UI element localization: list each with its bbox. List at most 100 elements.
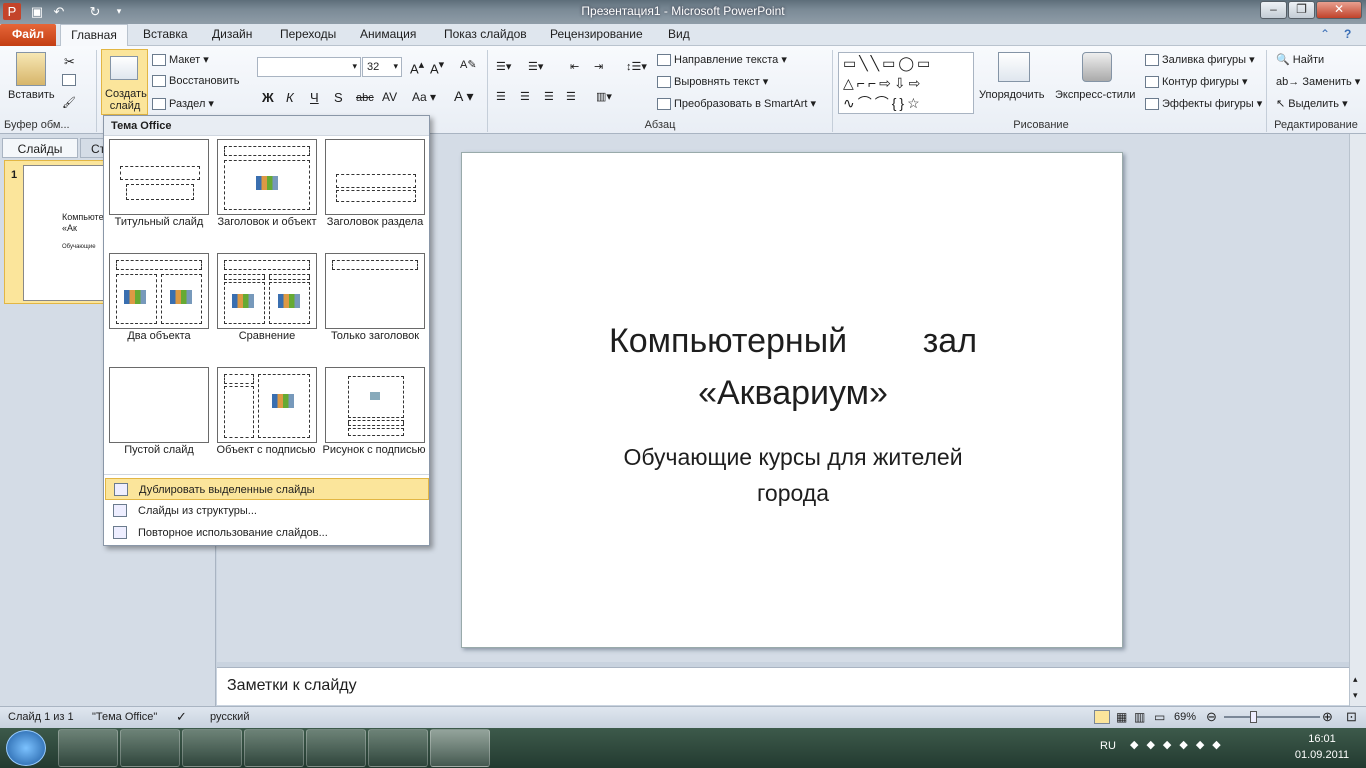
tab-home[interactable]: Главная [60, 24, 128, 47]
decrease-indent-icon[interactable]: ⇤ [570, 60, 579, 73]
layout-blank[interactable] [109, 367, 209, 443]
minimize-ribbon-icon[interactable]: ⌃ [1320, 27, 1330, 41]
columns-icon[interactable]: ▥▾ [596, 90, 612, 103]
tab-file[interactable]: Файл [0, 24, 56, 46]
change-case-icon[interactable]: Aa ▾ [412, 90, 436, 104]
input-language[interactable]: RU [1100, 740, 1116, 752]
slide-canvas[interactable]: Компьютерный зал «Аквариум» Обучающие ку… [461, 152, 1123, 648]
firefox-taskbar-icon[interactable] [182, 729, 242, 767]
zoom-slider-thumb[interactable] [1250, 711, 1257, 723]
align-text-button[interactable]: Выровнять текст ▾ [657, 75, 768, 89]
layout-content-caption[interactable] [217, 367, 317, 443]
zoom-out-icon[interactable]: ⊖ [1206, 709, 1217, 725]
shape-effects-button[interactable]: Эффекты фигуры ▾ [1145, 97, 1262, 111]
tab-review[interactable]: Рецензирование [550, 27, 643, 41]
zoom-level[interactable]: 69% [1174, 711, 1196, 723]
select-button[interactable]: ↖ Выделить ▾ [1276, 97, 1348, 110]
layout-comparison[interactable] [217, 253, 317, 329]
spellcheck-icon[interactable]: ✓ [176, 709, 187, 725]
normal-view-icon[interactable] [1094, 710, 1110, 724]
format-painter-icon[interactable]: 🖌 [62, 96, 76, 109]
align-right-icon[interactable]: ☰ [544, 90, 554, 103]
maximize-button[interactable]: ❐ [1288, 1, 1315, 19]
prev-slide-icon[interactable]: ▴ [1353, 674, 1358, 685]
layout-two-content[interactable] [109, 253, 209, 329]
next-slide-icon[interactable]: ▾ [1353, 690, 1358, 701]
layout-picture-caption[interactable] [325, 367, 425, 443]
reuse-slides-item[interactable]: Повторное использование слайдов... [105, 522, 429, 544]
help-icon[interactable]: ? [1344, 27, 1351, 41]
font-color-icon[interactable]: A ▾ [454, 88, 473, 105]
clock-time[interactable]: 16:01 [1296, 733, 1348, 745]
text-direction-button[interactable]: Направление текста ▾ [657, 53, 787, 67]
align-center-icon[interactable]: ☰ [520, 90, 530, 103]
slide-title[interactable]: Компьютерный зал «Аквариум» [462, 315, 1124, 419]
slideshow-view-icon[interactable]: ▭ [1154, 710, 1165, 724]
language-indicator[interactable]: русский [210, 711, 249, 723]
shadow-icon[interactable]: S [334, 90, 343, 105]
theme-name[interactable]: "Тема Office" [92, 711, 157, 723]
word-taskbar-icon[interactable] [306, 729, 366, 767]
align-left-icon[interactable]: ☰ [496, 90, 506, 103]
arrange-button[interactable]: Упорядочить [979, 89, 1044, 101]
paint-taskbar-icon[interactable] [368, 729, 428, 767]
char-spacing-icon[interactable]: AV [382, 90, 397, 104]
start-button[interactable] [6, 730, 46, 766]
slide-subtitle[interactable]: Обучающие курсы для жителей города [462, 439, 1124, 511]
tab-animation[interactable]: Анимация [360, 27, 416, 41]
shrink-font-icon[interactable]: A▾ [430, 58, 444, 76]
numbering-icon[interactable]: ☰▾ [528, 60, 543, 73]
bullets-icon[interactable]: ☰▾ [496, 60, 511, 73]
paste-button[interactable]: Вставить [8, 89, 55, 101]
section-button[interactable]: Раздел ▾ [152, 97, 214, 111]
media-player-taskbar-icon[interactable] [120, 729, 180, 767]
increase-indent-icon[interactable]: ⇥ [594, 60, 603, 73]
tab-outline[interactable]: Ст [80, 138, 105, 158]
strikethrough-icon[interactable]: abc [356, 92, 374, 104]
clear-formatting-icon[interactable]: A✎ [460, 58, 477, 71]
layout-title-content[interactable] [217, 139, 317, 215]
tab-design[interactable]: Дизайн [212, 27, 252, 41]
duplicate-slides-item[interactable]: Дублировать выделенные слайды [105, 478, 429, 500]
explorer-taskbar-icon[interactable] [58, 729, 118, 767]
zoom-in-icon[interactable]: ⊕ [1322, 709, 1333, 725]
layout-button[interactable]: Макет ▾ [152, 53, 209, 67]
layout-title-slide[interactable] [109, 139, 209, 215]
convert-smartart-button[interactable]: Преобразовать в SmartArt ▾ [657, 97, 816, 111]
tab-slideshow[interactable]: Показ слайдов [444, 27, 527, 41]
shape-fill-button[interactable]: Заливка фигуры ▾ [1145, 53, 1255, 67]
italic-icon[interactable]: К [286, 90, 294, 105]
notes-pane[interactable]: Заметки к слайду [217, 667, 1349, 705]
tab-insert[interactable]: Вставка [143, 27, 188, 41]
reset-button[interactable]: Восстановить [152, 75, 239, 88]
line-spacing-icon[interactable]: ↕☰▾ [626, 60, 647, 73]
minimize-button[interactable]: – [1260, 1, 1287, 19]
shape-outline-button[interactable]: Контур фигуры ▾ [1145, 75, 1248, 89]
calculator-taskbar-icon[interactable] [244, 729, 304, 767]
tray-icons[interactable]: ◆◆◆◆◆◆ [1130, 738, 1229, 751]
find-button[interactable]: 🔍 Найти [1276, 53, 1324, 66]
copy-icon[interactable] [62, 74, 79, 87]
grow-font-icon[interactable]: A▴ [410, 58, 424, 76]
powerpoint-taskbar-icon[interactable] [430, 729, 490, 767]
tab-view[interactable]: Вид [668, 27, 690, 41]
tab-transitions[interactable]: Переходы [280, 27, 336, 41]
clock-date[interactable]: 01.09.2011 [1290, 749, 1354, 761]
bold-icon[interactable]: Ж [262, 90, 274, 105]
fit-to-window-icon[interactable]: ⊡ [1346, 709, 1357, 725]
quick-styles-button[interactable]: Экспресс-стили [1055, 89, 1135, 101]
slides-from-outline-item[interactable]: Слайды из структуры... [105, 500, 429, 522]
shapes-gallery[interactable]: ▭╲╲▭◯▭ △⌐⌐⇨⇩⇨ ∿⌒⌒{}☆ [838, 52, 974, 114]
replace-button[interactable]: ab→ Заменить ▾ [1276, 75, 1360, 88]
font-size-select[interactable]: 32 ▾ [362, 57, 402, 77]
zoom-slider[interactable] [1224, 716, 1320, 718]
vertical-scrollbar[interactable]: ▴ ▾ [1349, 134, 1366, 706]
cut-icon[interactable]: ✂ [64, 54, 75, 70]
reading-view-icon[interactable]: ▥ [1134, 710, 1145, 724]
layout-section-header[interactable] [325, 139, 425, 215]
layout-title-only[interactable] [325, 253, 425, 329]
underline-icon[interactable]: Ч [310, 90, 319, 105]
new-slide-button[interactable]: Создать слайд [101, 49, 148, 115]
justify-icon[interactable]: ☰ [566, 90, 576, 103]
close-button[interactable]: ✕ [1316, 1, 1362, 19]
